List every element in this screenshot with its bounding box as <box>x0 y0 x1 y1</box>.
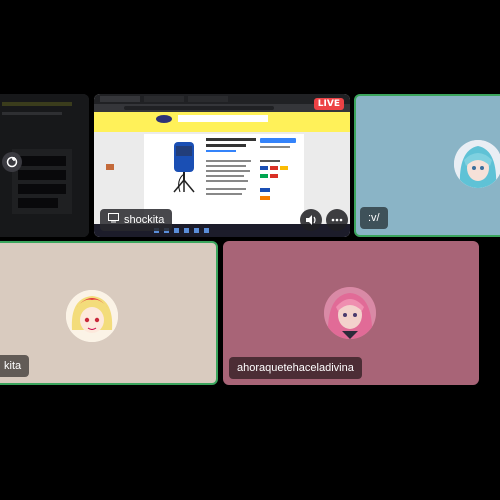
participant-name: ahoraquetehaceladivina <box>237 362 354 374</box>
participant-tile-blue[interactable]: :v/ <box>354 94 500 237</box>
participant-name: kita <box>4 360 22 372</box>
monitor-icon <box>108 209 119 231</box>
more-icon[interactable] <box>326 209 348 231</box>
add-activity-icon[interactable] <box>2 152 22 172</box>
participant-tile-beige[interactable]: kita <box>0 241 218 385</box>
screen-share-tile[interactable]: LIVE shockita <box>94 94 350 237</box>
avatar <box>324 287 376 339</box>
participant-tile-rose[interactable]: ahoraquetehaceladivina <box>223 241 479 385</box>
avatar <box>454 140 500 188</box>
avatar <box>66 290 118 342</box>
participant-name-tag: :v/ <box>360 207 388 229</box>
participant-name: :v/ <box>368 212 380 224</box>
participant-name: shockita <box>124 214 165 226</box>
stream-tile-left[interactable] <box>0 94 89 237</box>
participant-name-tag: shockita <box>100 209 173 231</box>
live-badge: LIVE <box>313 98 344 110</box>
volume-icon[interactable] <box>300 209 322 231</box>
participant-name-tag: ahoraquetehaceladivina <box>229 357 362 379</box>
participant-name-tag: kita <box>0 355 30 377</box>
